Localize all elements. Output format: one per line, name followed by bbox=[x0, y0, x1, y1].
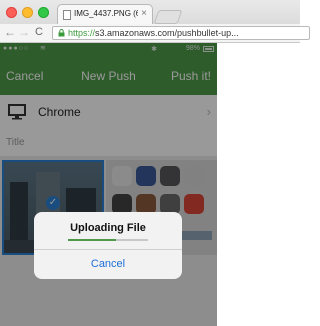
url-text: https://s3.amazonaws.com/pushbullet-up..… bbox=[68, 28, 239, 38]
back-arrow-icon[interactable]: ← bbox=[4, 25, 16, 39]
lock-icon bbox=[58, 29, 65, 37]
close-window-icon[interactable] bbox=[6, 7, 17, 18]
zoom-window-icon[interactable] bbox=[38, 7, 49, 18]
screenshot-page: IMG_4437.PNG (640×1136) × ← → C https://… bbox=[0, 0, 310, 326]
upload-dialog: Uploading File Cancel bbox=[34, 212, 182, 279]
dialog-cancel-button[interactable]: Cancel bbox=[34, 250, 182, 279]
browser-tab-bar: IMG_4437.PNG (640×1136) × bbox=[0, 0, 300, 24]
browser-tab[interactable]: IMG_4437.PNG (640×1136) × bbox=[57, 4, 153, 24]
image-file-icon bbox=[63, 10, 71, 20]
dialog-title: Uploading File bbox=[70, 222, 146, 234]
browser-toolbar: ← → C https://s3.amazonaws.com/pushbulle… bbox=[0, 24, 310, 43]
upload-progress-fill bbox=[68, 239, 116, 241]
new-tab-button[interactable] bbox=[153, 10, 183, 24]
tab-close-icon[interactable]: × bbox=[141, 8, 147, 20]
url-scheme: https:// bbox=[68, 28, 96, 38]
forward-arrow-icon[interactable]: → bbox=[18, 25, 30, 39]
reload-icon[interactable]: C bbox=[35, 25, 43, 39]
phone-screenshot: ●●●○○ ≋ ✱ 98% Cancel New Push Push it! C… bbox=[0, 43, 217, 326]
tab-title: IMG_4437.PNG (640×1136) bbox=[74, 9, 138, 18]
url-path: s3.amazonaws.com/pushbullet-up... bbox=[95, 28, 239, 38]
address-bar[interactable]: https://s3.amazonaws.com/pushbullet-up..… bbox=[52, 26, 310, 40]
upload-progress-bar bbox=[68, 239, 148, 241]
minimize-window-icon[interactable] bbox=[22, 7, 33, 18]
modal-overlay bbox=[0, 43, 217, 326]
